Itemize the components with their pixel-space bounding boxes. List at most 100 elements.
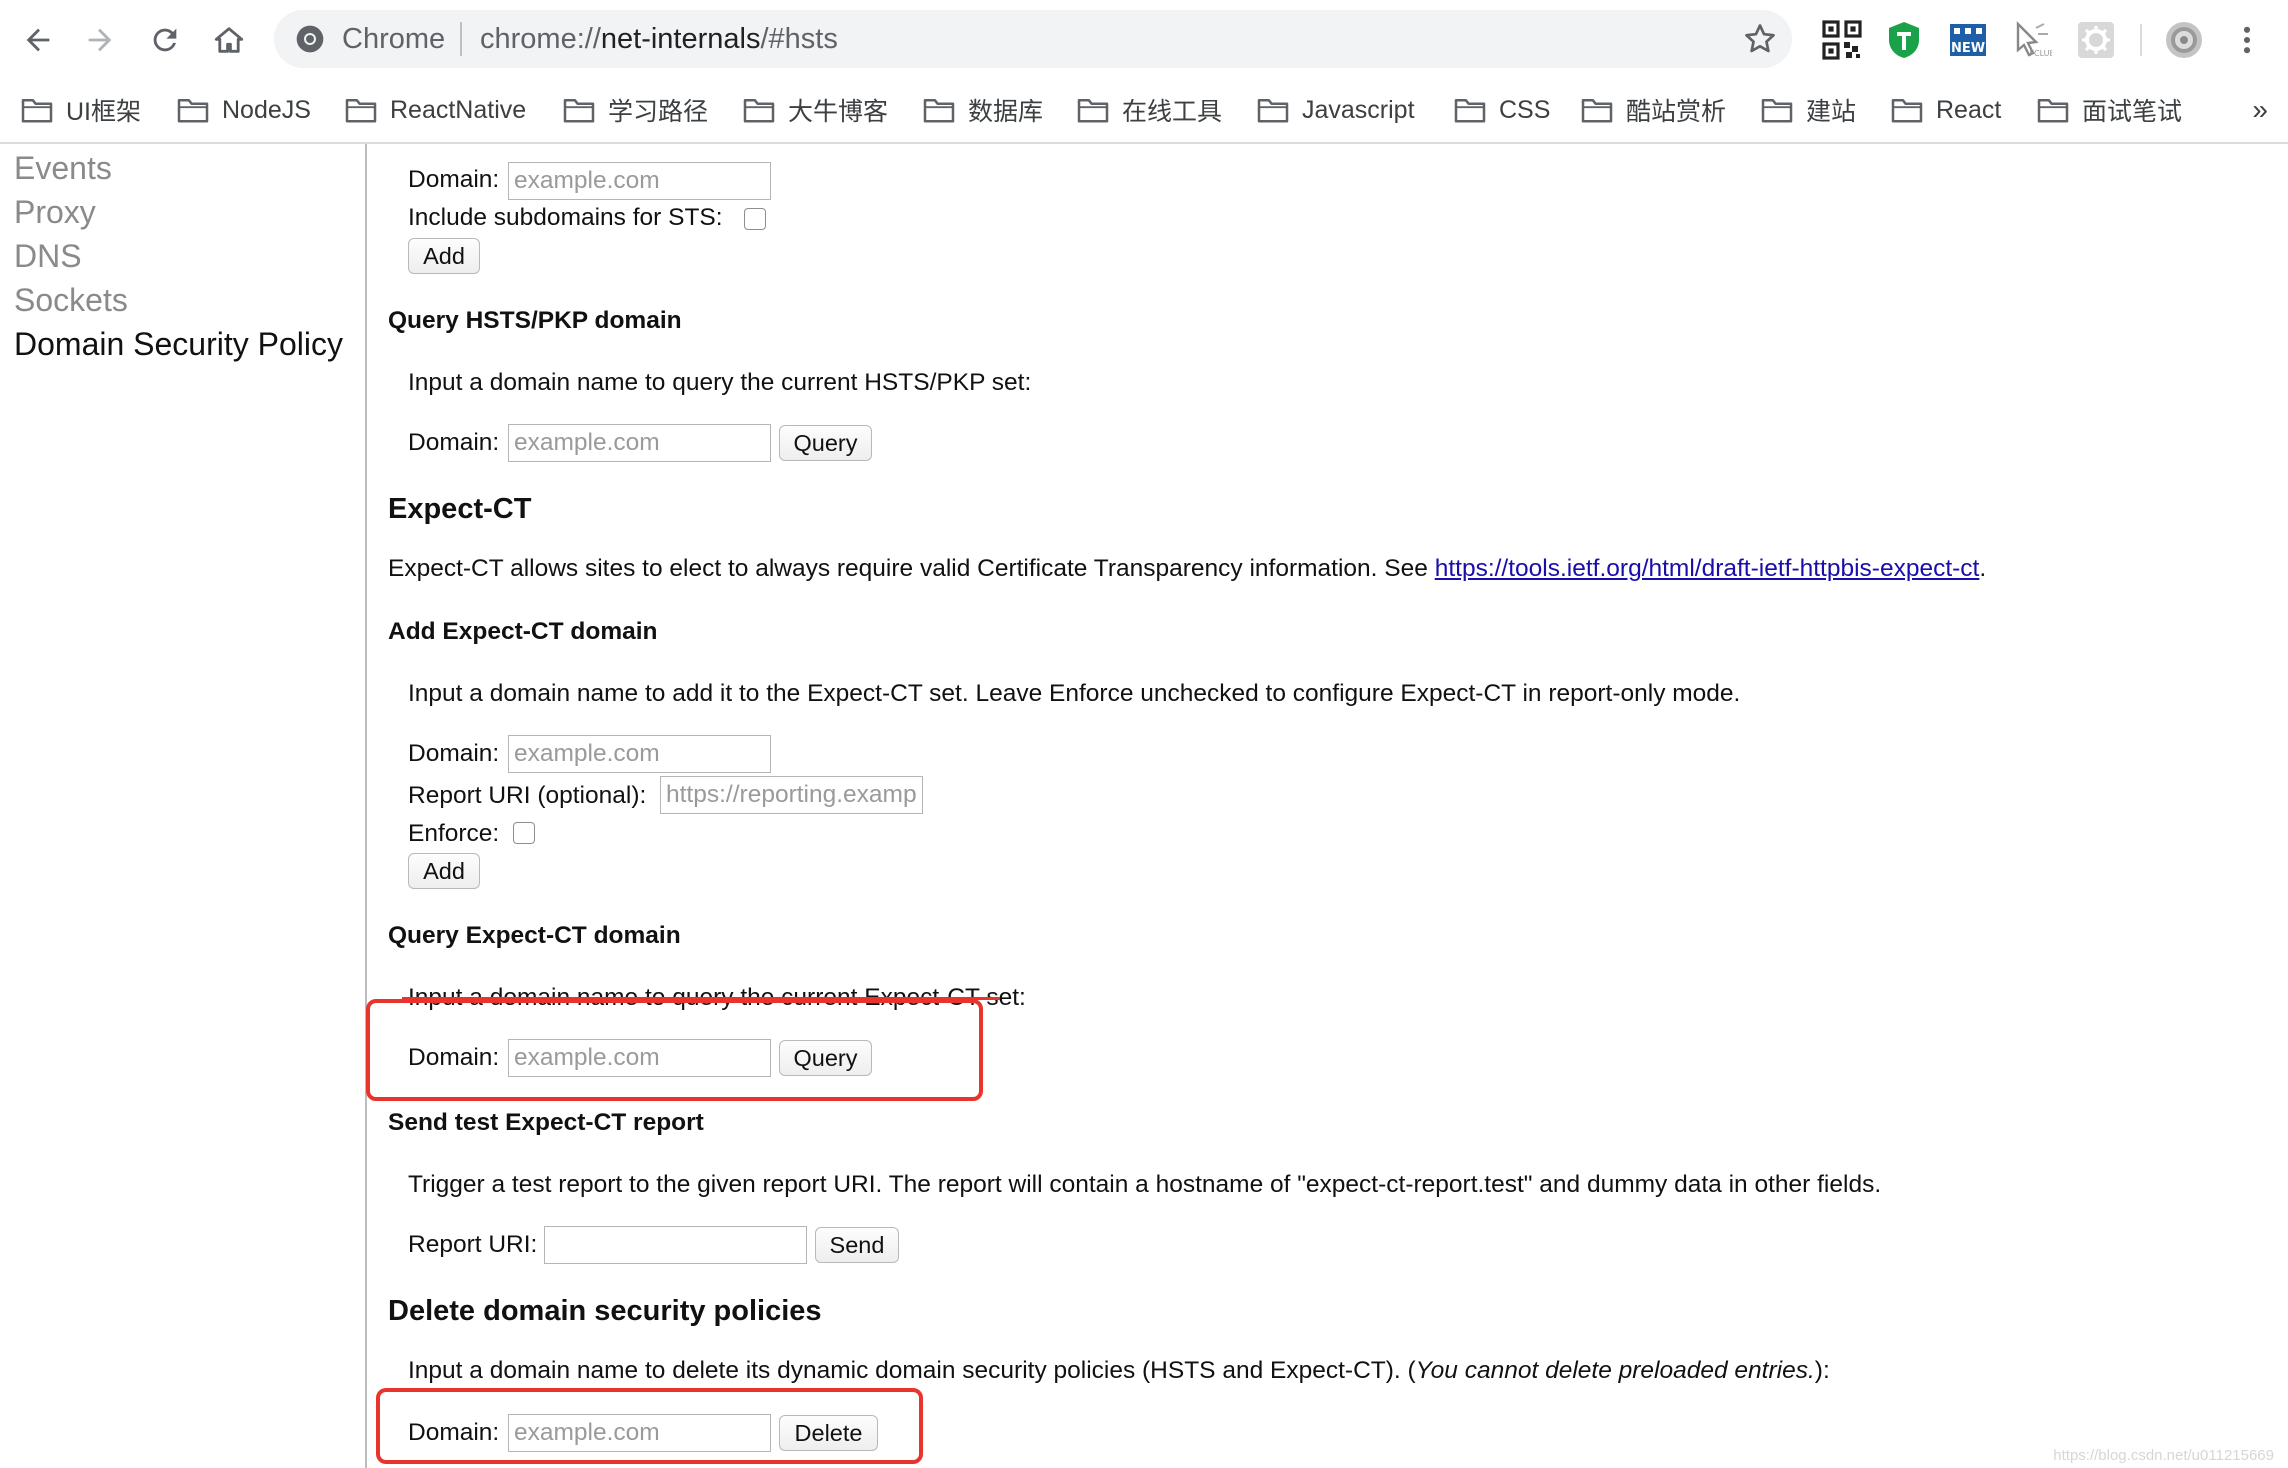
expect-ct-description-end: . [1979, 555, 1987, 582]
folder-icon [1257, 98, 1289, 123]
send-test-report-uri-label: Report URI: [408, 1231, 538, 1258]
include-subdomains-label: Include subdomains for STS: [408, 204, 723, 231]
home-icon [214, 27, 244, 53]
gear-extension-icon[interactable] [2076, 20, 2116, 60]
bookmark-item[interactable]: 数据库 [922, 88, 1043, 132]
sidebar-item-proxy[interactable]: Proxy [0, 190, 365, 234]
main-content: Domain: Include subdomains for STS: Add … [366, 144, 2288, 1468]
svg-text:FCLUE: FCLUE [2029, 49, 2052, 58]
reload-button[interactable] [141, 16, 189, 64]
query-hsts-heading: Query HSTS/PKP domain [388, 307, 682, 334]
bookmark-label: React [1936, 95, 2002, 124]
url-text[interactable]: chrome://net-internals/#hsts [480, 20, 838, 58]
bookmark-item[interactable]: UI框架 [20, 88, 141, 132]
expect-ct-spec-link[interactable]: https://tools.ietf.org/html/draft-ietf-h… [1435, 555, 1980, 582]
query-expect-ct-heading: Query Expect-CT domain [388, 922, 681, 949]
bookmark-label: CSS [1499, 95, 1551, 124]
add-hsts-domain-input[interactable] [508, 162, 771, 200]
arrow-left-icon [26, 28, 50, 52]
bookmark-item[interactable]: ReactNative [344, 88, 526, 132]
query-hsts-domain-input[interactable] [508, 424, 771, 462]
shield-extension-icon[interactable] [1884, 20, 1924, 60]
delete-policies-description: Input a domain name to delete its dynami… [408, 1357, 1830, 1385]
url-path: /#hsts [760, 23, 838, 55]
send-test-description: Trigger a test report to the given repor… [408, 1171, 1882, 1198]
new-badge-extension-icon[interactable]: NEW [1948, 20, 1988, 60]
home-button[interactable] [205, 16, 253, 64]
sidebar-item-sockets[interactable]: Sockets [0, 278, 365, 322]
include-subdomains-checkbox[interactable] [744, 208, 766, 230]
annotation-highlight-box-delete [376, 1388, 923, 1464]
send-button[interactable]: Send [815, 1227, 899, 1263]
folder-icon [1454, 98, 1486, 123]
enforce-label: Enforce: [408, 820, 500, 847]
add-expect-ct-heading: Add Expect-CT domain [388, 618, 658, 645]
bookmark-label: 建站 [1806, 98, 1857, 126]
expect-ct-heading: Expect-CT [388, 493, 532, 525]
folder-icon [1077, 98, 1109, 123]
browser-toolbar: Chrome chrome://net-internals/#hsts NEW … [0, 0, 2288, 80]
forward-button[interactable] [76, 16, 124, 64]
report-uri-optional-input[interactable] [660, 776, 923, 814]
sidebar-item-domain-security-policy[interactable]: Domain Security Policy [0, 322, 365, 366]
bookmark-label: 酷站赏析 [1626, 98, 1727, 126]
bookmark-label: 面试笔试 [2082, 98, 2183, 126]
watermark: https://blog.csdn.net/u011215669 [2053, 1447, 2274, 1464]
bookmark-item[interactable]: CSS [1453, 88, 1550, 132]
profile-avatar-icon[interactable] [2164, 20, 2204, 60]
chrome-icon [296, 25, 324, 53]
bookmark-item[interactable]: Javascript [1256, 88, 1415, 132]
toolbar-divider [2140, 24, 2142, 56]
expect-ct-description: Expect-CT allows sites to elect to alway… [388, 555, 1986, 583]
kebab-menu-icon[interactable] [2230, 20, 2264, 60]
annotation-highlight-box [366, 999, 983, 1101]
omnibox-divider [460, 22, 462, 56]
cursor-extension-icon[interactable]: FCLUE [2012, 20, 2052, 60]
folder-icon [345, 98, 377, 123]
bookmark-item[interactable]: React [1890, 88, 2001, 132]
bookmark-label: 大牛博客 [788, 98, 889, 126]
query-hsts-domain-label: Domain: [408, 429, 500, 456]
reload-icon [153, 28, 177, 52]
folder-icon [923, 98, 955, 123]
bookmark-item[interactable]: 大牛博客 [742, 88, 888, 132]
qr-code-extension-icon[interactable] [1822, 20, 1862, 60]
query-hsts-description: Input a domain name to query the current… [408, 369, 1032, 396]
delete-description-italic: You cannot delete preloaded entries. [1415, 1357, 1815, 1384]
bookmark-item[interactable]: 面试笔试 [2036, 88, 2182, 132]
address-bar[interactable]: Chrome chrome://net-internals/#hsts [274, 10, 1792, 68]
add-expect-ct-button[interactable]: Add [408, 853, 480, 889]
add-expect-ct-description: Input a domain name to add it to the Exp… [408, 680, 1741, 707]
folder-icon [21, 98, 53, 123]
url-scheme: chrome:// [480, 23, 601, 55]
bookmarks-overflow-button[interactable]: » [2252, 88, 2268, 132]
bookmark-label: 数据库 [968, 98, 1044, 126]
send-test-report-uri-input[interactable] [544, 1226, 807, 1264]
bookmark-item[interactable]: 酷站赏析 [1580, 88, 1726, 132]
query-hsts-button[interactable]: Query [779, 425, 872, 461]
back-button[interactable] [14, 16, 62, 64]
bookmark-item[interactable]: NodeJS [176, 88, 311, 132]
add-hsts-button[interactable]: Add [408, 238, 480, 274]
url-host: net-internals [600, 23, 761, 55]
bookmark-item[interactable]: 学习路径 [562, 88, 708, 132]
delete-description-end: ): [1814, 1357, 1830, 1384]
folder-icon [743, 98, 775, 123]
bookmark-star-icon[interactable] [1742, 21, 1778, 57]
bookmarks-bar: UI框架 NodeJS ReactNative 学习路径 大牛博客 数据库 在线工具 Java… [0, 80, 2288, 144]
enforce-checkbox[interactable] [513, 822, 535, 844]
send-test-heading: Send test Expect-CT report [388, 1109, 704, 1136]
folder-icon [2037, 98, 2069, 123]
folder-icon [1891, 98, 1923, 123]
bookmark-item[interactable]: 建站 [1760, 88, 1856, 132]
sidebar-item-dns[interactable]: DNS [0, 234, 365, 278]
bookmark-item[interactable]: 在线工具 [1076, 88, 1222, 132]
folder-icon [563, 98, 595, 123]
add-hsts-domain-label: Domain: [408, 166, 500, 193]
folder-icon [1581, 98, 1613, 123]
report-uri-optional-label: Report URI (optional): [408, 782, 647, 809]
sidebar: Events Proxy DNS Sockets Domain Security… [0, 144, 367, 1468]
sidebar-item-events[interactable]: Events [0, 146, 365, 190]
add-expect-ct-domain-input[interactable] [508, 735, 771, 773]
delete-description-start: Input a domain name to delete its dynami… [408, 1357, 1416, 1384]
